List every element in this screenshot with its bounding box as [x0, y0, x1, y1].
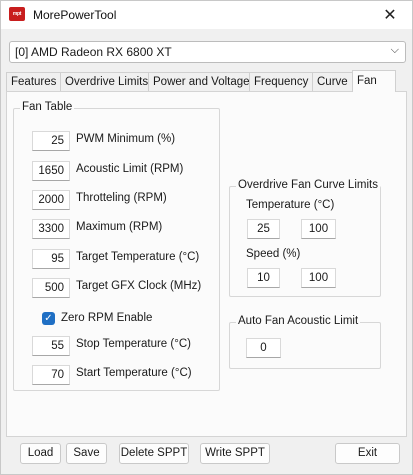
delete-sppt-button[interactable]: Delete SPPT — [119, 443, 189, 464]
acoustic-limit-label: Acoustic Limit (RPM) — [76, 163, 184, 175]
speed-max-field[interactable]: 100 — [301, 268, 336, 288]
start-temperature-field[interactable]: 70 — [32, 365, 70, 385]
temperature-max-field[interactable]: 100 — [301, 219, 336, 239]
acoustic-limit-field[interactable]: 1650 — [32, 161, 70, 181]
overdrive-fan-curve-title: Overdrive Fan Curve Limits — [236, 179, 380, 191]
temperature-min-field[interactable]: 25 — [247, 219, 280, 239]
throtteling-label: Throtteling (RPM) — [76, 192, 167, 204]
close-icon: ✕ — [383, 7, 397, 24]
tab-overdrive-limits[interactable]: Overdrive Limits — [60, 72, 149, 91]
write-sppt-button[interactable]: Write SPPT — [200, 443, 270, 464]
stop-temperature-label: Stop Temperature (°C) — [76, 338, 191, 350]
auto-fan-acoustic-title: Auto Fan Acoustic Limit — [236, 315, 361, 327]
maximum-rpm-field[interactable]: 3300 — [32, 219, 70, 239]
load-button[interactable]: Load — [20, 443, 61, 464]
app-window: mpt MorePowerTool ✕ [0] AMD Radeon RX 68… — [0, 0, 413, 475]
zero-rpm-label: Zero RPM Enable — [61, 312, 153, 324]
gpu-select[interactable]: [0] AMD Radeon RX 6800 XT ⌵ — [9, 41, 406, 63]
maximum-rpm-label: Maximum (RPM) — [76, 221, 163, 233]
throtteling-field[interactable]: 2000 — [32, 190, 70, 210]
checkmark-icon: ✓ — [44, 313, 53, 324]
start-temperature-label: Start Temperature (°C) — [76, 367, 192, 379]
target-temperature-field[interactable]: 95 — [32, 249, 70, 269]
overdrive-fan-curve-group: Overdrive Fan Curve Limits Temperature (… — [229, 179, 381, 297]
fan-table-title: Fan Table — [20, 101, 75, 113]
pwm-minimum-label: PWM Minimum (%) — [76, 133, 176, 145]
speed-min-field[interactable]: 10 — [247, 268, 280, 288]
target-gfx-clock-field[interactable]: 500 — [32, 278, 70, 298]
speed-label: Speed (%) — [246, 248, 301, 260]
auto-fan-acoustic-group: Auto Fan Acoustic Limit 0 — [229, 315, 381, 369]
gpu-select-value: [0] AMD Radeon RX 6800 XT — [15, 45, 172, 59]
close-button[interactable]: ✕ — [368, 1, 412, 29]
target-gfx-clock-label: Target GFX Clock (MHz) — [76, 280, 202, 292]
chevron-down-icon: ⌵ — [390, 44, 399, 56]
tab-power-and-voltage[interactable]: Power and Voltage — [148, 72, 250, 91]
stop-temperature-field[interactable]: 55 — [32, 336, 70, 356]
title-bar: mpt MorePowerTool ✕ — [1, 1, 412, 29]
tab-fan[interactable]: Fan — [352, 70, 396, 92]
auto-fan-acoustic-field[interactable]: 0 — [246, 338, 281, 358]
target-temperature-label: Target Temperature (°C) — [76, 251, 200, 263]
exit-button[interactable]: Exit — [335, 443, 400, 464]
tab-curve[interactable]: Curve — [312, 72, 353, 91]
app-logo-icon: mpt — [9, 7, 25, 21]
zero-rpm-checkbox[interactable]: ✓ — [42, 312, 55, 325]
tab-frequency[interactable]: Frequency — [249, 72, 313, 91]
tab-bar: Features Overdrive Limits Power and Volt… — [6, 70, 406, 92]
client-area: [0] AMD Radeon RX 6800 XT ⌵ Features Ove… — [1, 29, 412, 474]
pwm-minimum-field[interactable]: 25 — [32, 131, 70, 151]
tab-features[interactable]: Features — [6, 72, 61, 91]
temperature-label: Temperature (°C) — [246, 199, 335, 211]
window-title: MorePowerTool — [33, 8, 117, 22]
save-button[interactable]: Save — [66, 443, 107, 464]
fan-table-group: Fan Table 25 PWM Minimum (%) 1650 Acoust… — [13, 101, 220, 391]
fan-tab-panel: Fan Table 25 PWM Minimum (%) 1650 Acoust… — [6, 91, 407, 437]
